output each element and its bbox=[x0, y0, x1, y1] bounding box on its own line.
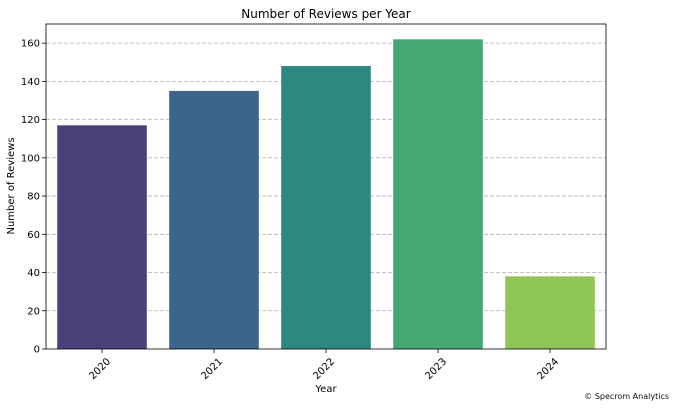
x-axis-label: Year bbox=[314, 384, 337, 395]
bar-2023 bbox=[393, 39, 483, 349]
x-tick-label: 2021 bbox=[199, 356, 225, 382]
x-tick-label: 2020 bbox=[87, 356, 113, 382]
bar-2024 bbox=[505, 276, 595, 349]
y-tick-label: 100 bbox=[21, 153, 40, 164]
x-tick-label: 2024 bbox=[535, 356, 561, 382]
y-axis: 0 20 40 60 80 100 120 140 160 bbox=[21, 39, 46, 356]
bar-2021 bbox=[169, 90, 259, 349]
bar-chart: Number of Reviews per Year 0 20 40 60 80 100 1… bbox=[6, 7, 607, 395]
y-tick-label: 120 bbox=[21, 115, 40, 126]
y-tick-label: 20 bbox=[27, 306, 40, 317]
y-tick-label: 40 bbox=[27, 268, 40, 279]
y-tick-label: 140 bbox=[21, 77, 40, 88]
y-axis-label: Number of Reviews bbox=[6, 137, 17, 234]
y-tick-label: 80 bbox=[27, 192, 40, 203]
x-tick-label: 2023 bbox=[423, 356, 449, 382]
credit-text: © Specrom Analytics bbox=[584, 392, 669, 401]
bars bbox=[57, 39, 595, 349]
chart-title: Number of Reviews per Year bbox=[241, 7, 411, 21]
x-tick-label: 2022 bbox=[311, 356, 337, 382]
bar-2020 bbox=[57, 125, 147, 349]
y-tick-label: 160 bbox=[21, 39, 40, 50]
y-tick-label: 60 bbox=[27, 230, 40, 241]
y-tick-label: 0 bbox=[34, 345, 40, 356]
bar-2022 bbox=[281, 66, 371, 349]
x-axis: 2020 2021 2022 2023 2024 bbox=[87, 349, 561, 382]
